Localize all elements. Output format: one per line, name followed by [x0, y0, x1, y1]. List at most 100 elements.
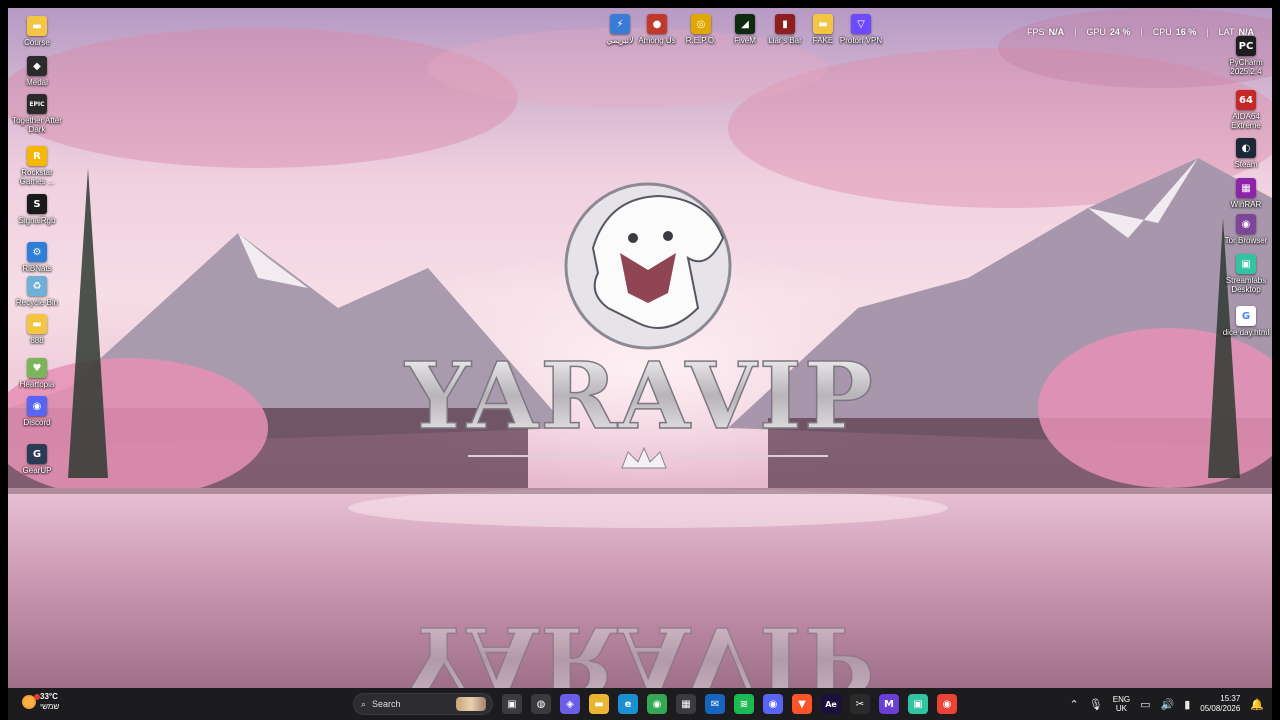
- network-icon[interactable]: ▭: [1140, 698, 1150, 711]
- desktop-icon-label: FiveM: [734, 36, 756, 45]
- chevron-up-icon[interactable]: ⌃: [1070, 698, 1079, 711]
- desktop-icon-ribnats[interactable]: ⚙ RiBNats: [8, 242, 66, 273]
- taskbar-capcut-icon[interactable]: ✂: [850, 694, 870, 714]
- desktop-icon-aida64-extreme[interactable]: 64 AIDA64 Extreme: [1217, 90, 1272, 130]
- taskbar-chrome-icon[interactable]: ◉: [647, 694, 667, 714]
- notification-dot-icon: [34, 694, 40, 700]
- desktop-icon-streamlabs-desktop[interactable]: ▣ Streamlabs Desktop: [1217, 254, 1272, 294]
- desktop-icon-label: Together After Dark: [12, 116, 62, 134]
- taskbar-chrome-active-icon[interactable]: ◉: [937, 694, 957, 714]
- taskbar-brave-icon[interactable]: ▼: [792, 694, 812, 714]
- desktop-wallpaper: YARAVIP YARAVIP FPS N/A | GPU 24 % | CPU: [8, 8, 1272, 688]
- taskbar-edge-icon[interactable]: e: [618, 694, 638, 714]
- among-us-icon: ●: [647, 14, 667, 34]
- desktop-icon-label: Among Us: [638, 36, 676, 45]
- together-after-dark-icon: EPIC: [27, 94, 47, 114]
- taskbar: 33°C שמשי ⌕ Search ▣ ◍ ◈ ▬ e ◉ ▦ ✉ ≋ ◉ ▼ Ae ✂ M ▣ ◉ ⌃ 🎙…: [8, 688, 1272, 720]
- svg-text:YARAVIP: YARAVIP: [404, 606, 875, 688]
- desktop-icon-label: Tor Browser: [1224, 236, 1268, 245]
- desktop-icon-label: GearUP: [22, 466, 52, 475]
- desktop-icon-label: AIDA64 Extreme: [1231, 112, 1261, 130]
- tor-browser-icon: ◉: [1236, 214, 1256, 234]
- desktop-icon-recycle-bin[interactable]: ♻ Recycle Bin: [8, 276, 66, 307]
- volume-icon[interactable]: 🔊: [1160, 698, 1174, 711]
- taskbar-search[interactable]: ⌕ Search: [353, 693, 493, 715]
- desktop-icon-winrar[interactable]: ▦ WinRAR: [1217, 178, 1272, 209]
- desktop-icon-course[interactable]: ▬ Course: [8, 16, 66, 47]
- desktop-icon-gearup[interactable]: G GearUP: [8, 444, 66, 475]
- taskbar-file-explorer-icon[interactable]: ▬: [589, 694, 609, 714]
- discord-icon: ◉: [27, 396, 47, 416]
- desktop-icon-rockstar-games[interactable]: R Rockstar Games ...: [8, 146, 66, 186]
- sun-icon: [22, 694, 40, 709]
- proton-vpn-icon: ▽: [851, 14, 871, 34]
- dice-day-html-icon: G: [1236, 306, 1256, 326]
- taskbar-discord-icon[interactable]: ◉: [763, 694, 783, 714]
- desktop-icon-discord[interactable]: ◉ Discord: [8, 396, 66, 427]
- desktop-icon-label: Heartopia: [19, 380, 55, 389]
- desktop-icon-888[interactable]: ▬ 888: [8, 314, 66, 345]
- weather-widget[interactable]: 33°C שמשי: [22, 692, 59, 712]
- search-icon: ⌕: [361, 698, 367, 709]
- notifications-icon[interactable]: 🔔: [1250, 698, 1264, 711]
- aida64-extreme-icon: 64: [1236, 90, 1256, 110]
- signalrgb-icon: S: [27, 194, 47, 214]
- desktop-icon-label: RiBNats: [22, 264, 52, 273]
- desktop-icon-tor-browser[interactable]: ◉ Tor Browser: [1217, 214, 1272, 245]
- desktop-icon-label: Recycle Bin: [15, 298, 59, 307]
- steam-icon: ◐: [1236, 138, 1256, 158]
- desktop-icon-steam[interactable]: ◐ Steam: [1217, 138, 1272, 169]
- cpu-stat: CPU 16 %: [1152, 27, 1197, 37]
- gpu-stat: GPU 24 %: [1086, 27, 1131, 37]
- desktop-icon-label: PyCharm 2025.2.4: [1229, 58, 1263, 76]
- course-icon: ▬: [27, 16, 47, 36]
- r-e-p-o-icon: ◎: [691, 14, 711, 34]
- 888-icon: ▬: [27, 314, 47, 334]
- recycle-bin-icon: ♻: [27, 276, 47, 296]
- gearup-icon: G: [27, 444, 47, 464]
- rockstar-games-icon: R: [27, 146, 47, 166]
- heartopia-icon: ♥: [27, 358, 47, 378]
- taskbar-copilot-icon[interactable]: ◍: [531, 694, 551, 714]
- medal-icon: ◆: [27, 56, 47, 76]
- desktop-icon-dice-day-html[interactable]: Gdice day.html: [1217, 306, 1272, 337]
- desktop-icon-label: 888: [30, 336, 44, 345]
- desktop-icon-heartopia[interactable]: ♥ Heartopia: [8, 358, 66, 389]
- clock-date: 05/08/2026: [1200, 704, 1241, 713]
- taskbar-store-icon[interactable]: ▦: [676, 694, 696, 714]
- taskbar-after-effects-icon[interactable]: Ae: [821, 694, 841, 714]
- search-highlight-icon: [456, 697, 486, 711]
- clock[interactable]: 15:37 05/08/2026: [1200, 694, 1240, 714]
- fivem-icon: ◢: [735, 14, 755, 34]
- desktop-icon-label: FAKE: [812, 36, 834, 45]
- desktop-icon-label: Rockstar Games ...: [19, 168, 55, 186]
- weather-description: שמשי: [40, 702, 60, 711]
- desktop-icon-signalrgb[interactable]: S SignalRgb: [8, 194, 66, 225]
- brand-reflection: YARAVIP: [403, 605, 875, 688]
- winrar-icon: ▦: [1236, 178, 1256, 198]
- taskbar-outlook-icon[interactable]: ✉: [705, 694, 725, 714]
- desktop-icon-label: Discord: [23, 418, 51, 427]
- fake-icon: ▬: [813, 14, 833, 34]
- desktop-icon-medal[interactable]: ◆ Medal: [8, 56, 66, 87]
- taskbar-task-view-icon[interactable]: ▣: [502, 694, 522, 714]
- desktop-icon-label: Medal: [26, 78, 48, 87]
- desktop-icon-together-after-dark[interactable]: EPIC Together After Dark: [8, 94, 66, 134]
- desktop-icon-label: WinRAR: [1230, 200, 1262, 209]
- microphone-icon[interactable]: 🎙: [1089, 698, 1103, 711]
- desktop-icon-pycharm-2025-2-4[interactable]: PC PyCharm 2025.2.4: [1217, 36, 1272, 76]
- language-indicator[interactable]: ENG UK: [1113, 695, 1130, 713]
- desktop-icon-proton-vpn[interactable]: ▽ Proton VPN: [832, 14, 890, 45]
- desktop-icon-label: dice day.html: [1222, 328, 1270, 337]
- taskbar-spotify-icon[interactable]: ≋: [734, 694, 754, 714]
- screen-frame: YARAVIP YARAVIP FPS N/A | GPU 24 % | CPU: [0, 0, 1280, 720]
- brand-text: YARAVIP: [404, 342, 875, 450]
- battery-icon[interactable]: ▮: [1184, 698, 1190, 711]
- desktop-icon-label: R.E.P.O.: [685, 36, 717, 45]
- taskbar-mail-icon[interactable]: M: [879, 694, 899, 714]
- streamlabs-desktop-icon: ▣: [1236, 254, 1256, 274]
- start-button[interactable]: [326, 695, 344, 713]
- taskbar-pinned-apps: ⌕ Search ▣ ◍ ◈ ▬ e ◉ ▦ ✉ ≋ ◉ ▼ Ae ✂ M ▣ ◉: [326, 692, 957, 716]
- taskbar-widgets-app-icon[interactable]: ◈: [560, 694, 580, 714]
- taskbar-streamlabs-icon[interactable]: ▣: [908, 694, 928, 714]
